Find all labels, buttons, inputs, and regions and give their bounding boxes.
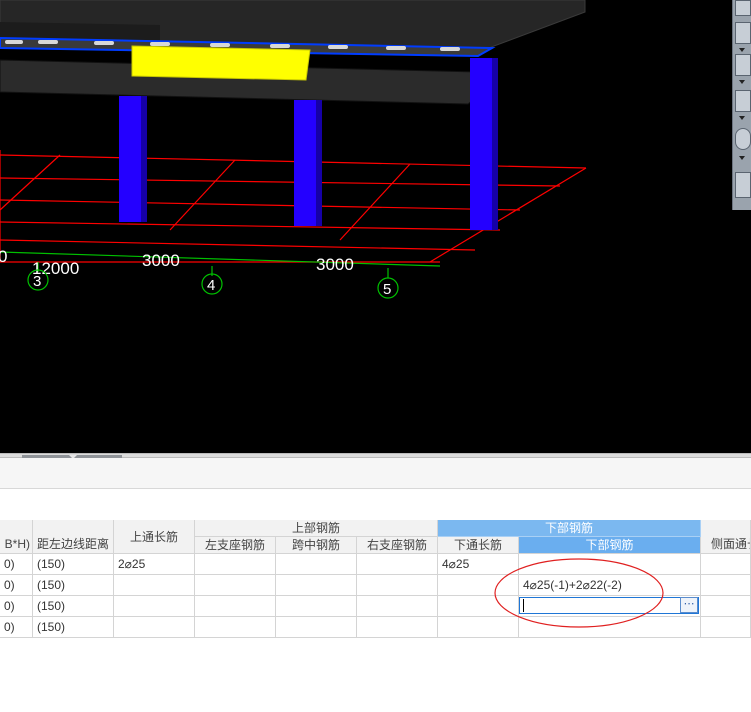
svg-text:5: 5 (383, 281, 391, 298)
svg-text:3: 3 (33, 273, 41, 290)
svg-text:4: 4 (207, 277, 215, 294)
axis-label-3000-a: 3000 (142, 251, 180, 270)
3d-model-viewport[interactable]: 0 12000 3000 3000 3 4 5 (0, 0, 751, 453)
upper-slab-underside (0, 22, 160, 40)
chevron-down-icon[interactable] (739, 156, 745, 160)
axis-marker-4: 4 (201, 273, 223, 295)
view-box-icon[interactable] (735, 22, 751, 44)
orbit-icon[interactable] (735, 128, 751, 150)
column (470, 58, 492, 230)
chevron-down-icon[interactable] (739, 116, 745, 120)
col-header-mid-span: 跨中钢筋 (276, 537, 357, 554)
layers-icon[interactable] (735, 172, 751, 198)
axis-marker-3: 3 (27, 269, 49, 291)
text-caret (523, 599, 524, 612)
axis-label-left: 0 (0, 247, 7, 266)
col-header-bh: B*H) (0, 520, 33, 554)
panel-toolbar (0, 458, 751, 489)
model-canvas[interactable]: 0 12000 3000 3000 3 4 5 (0, 0, 751, 453)
view-rotate-icon[interactable] (735, 0, 751, 16)
column (294, 100, 316, 226)
floor-grid (0, 150, 587, 263)
axis-label-3000-b: 3000 (316, 255, 354, 274)
chevron-down-icon[interactable] (739, 48, 745, 52)
rebar-input-panel: B*H) 距左边线距离 上通长筋 上部钢筋 下部钢筋 侧面通长 左支座钢筋 跨中… (0, 458, 751, 712)
col-header-left-support: 左支座钢筋 (195, 537, 276, 554)
col-header-top-through: 上通长筋 (114, 520, 195, 554)
col-header-bottom-bars: 下部钢筋 (519, 537, 701, 554)
bottom-bars-edit-input[interactable] (519, 597, 699, 614)
group-header-top-bars: 上部钢筋 (195, 520, 438, 537)
view-box-top-icon[interactable] (735, 54, 751, 76)
view-toolbar (732, 0, 751, 210)
group-header-bottom-bars: 下部钢筋 (438, 520, 701, 537)
view-cube-icon[interactable] (735, 90, 751, 112)
selected-beam[interactable] (131, 45, 311, 81)
axis-marker-5: 5 (377, 277, 399, 299)
col-header-bottom-through: 下通长筋 (438, 537, 519, 554)
col-header-dist: 距左边线距离 (33, 520, 114, 554)
column (119, 96, 141, 222)
chevron-down-icon[interactable] (739, 80, 745, 84)
col-header-right-support: 右支座钢筋 (357, 537, 438, 554)
ellipsis-button[interactable]: ⋯ (680, 597, 698, 613)
col-header-side-through: 侧面通长 (701, 520, 751, 554)
